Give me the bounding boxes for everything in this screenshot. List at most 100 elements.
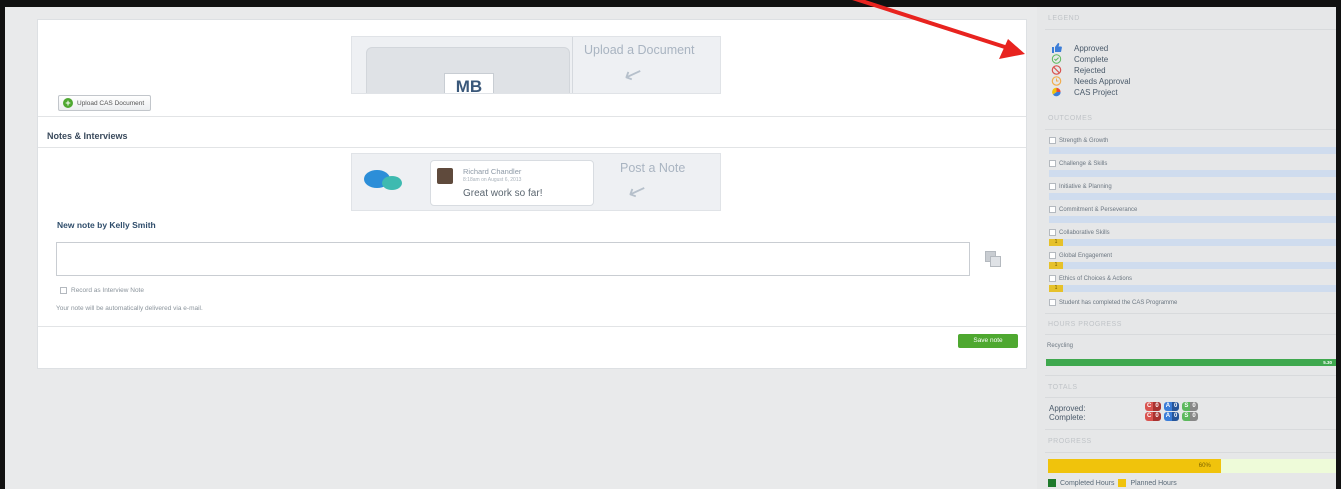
outcomes-title: OUTCOMES [1048, 115, 1093, 122]
divider [1045, 313, 1336, 314]
sidebar: LEGEND Approved Complete Rejected Needs … [1037, 7, 1336, 489]
legend-label: Complete [1074, 54, 1109, 64]
divider [38, 116, 1026, 117]
hours-value: 5.30 [1323, 360, 1332, 365]
progress-title: PROGRESS [1048, 438, 1092, 445]
cas-badge-creativity: C0 [1145, 412, 1161, 421]
outcome-count-badge: 1 [1049, 262, 1063, 269]
divider [572, 37, 573, 93]
note-date: 8:18am on August 6, 2013 [463, 177, 522, 183]
totals-title: TOTALS [1048, 384, 1078, 391]
checkbox[interactable] [1049, 160, 1056, 167]
no-entry-icon [1051, 65, 1062, 75]
completion-checkbox-row[interactable]: Student has completed the CAS Programme [1049, 299, 1177, 306]
plus-circle-icon: + [63, 98, 73, 108]
post-note-illustration: Richard Chandler 8:18am on August 6, 201… [351, 153, 721, 211]
upload-cas-document-button[interactable]: + Upload CAS Document [58, 95, 152, 111]
outcome-item[interactable]: Commitment & Perseverance [1049, 206, 1137, 213]
outcome-bar [1049, 216, 1336, 223]
divider [1045, 452, 1336, 453]
down-arrow-icon: ↙ [620, 58, 647, 89]
cas-badge-creativity: C0 [1145, 402, 1161, 411]
cas-badge-activity: A0 [1163, 412, 1180, 421]
checkbox[interactable] [1049, 229, 1056, 236]
outcome-item[interactable]: Initiative & Planning [1049, 183, 1112, 190]
legend-item-complete: Complete [1051, 54, 1108, 64]
outcome-item[interactable]: Ethics of Choices & Actions [1049, 275, 1132, 282]
email-notice: Your note will be automatically delivere… [56, 305, 203, 312]
totals-complete-label: Complete: [1049, 413, 1086, 422]
clock-icon [1051, 76, 1062, 86]
divider [38, 147, 1026, 148]
section-title-notes: Notes & Interviews [47, 131, 128, 141]
legend-label: Needs Approval [1074, 76, 1131, 86]
completed-hours-swatch [1048, 479, 1056, 487]
completed-hours-label: Completed Hours [1060, 479, 1115, 487]
record-interview-checkbox[interactable]: Record as Interview Note [60, 287, 144, 294]
planned-hours-label: Planned Hours [1130, 479, 1177, 487]
outcome-label: Collaborative Skills [1059, 229, 1110, 236]
record-interview-label: Record as Interview Note [71, 287, 144, 294]
checkbox[interactable] [1049, 206, 1056, 213]
outcome-label: Strength & Growth [1059, 137, 1109, 144]
outcome-bar [1049, 170, 1336, 177]
checkbox[interactable] [1049, 275, 1056, 282]
outcome-count-badge: 1 [1049, 285, 1063, 292]
progress-fill [1048, 459, 1221, 473]
outcome-label: Challenge & Skills [1059, 160, 1108, 167]
cas-badge-service: S0 [1182, 412, 1198, 421]
outcome-bar [1049, 239, 1336, 246]
outcome-count-badge: 1 [1049, 239, 1063, 246]
completion-label: Student has completed the CAS Programme [1059, 299, 1178, 306]
new-note-title: New note by Kelly Smith [57, 220, 156, 230]
totals-complete-badges: C0 A0 S0 [1145, 412, 1198, 421]
outcome-label: Ethics of Choices & Actions [1059, 275, 1133, 282]
cas-badge-service: S0 [1182, 402, 1198, 411]
legend-item-needs-approval: Needs Approval [1051, 76, 1130, 86]
divider [1045, 29, 1336, 30]
progress-bar: 60% [1048, 459, 1336, 473]
chat-bubble-icon [382, 176, 402, 190]
legend-item-approved: Approved [1051, 43, 1108, 53]
checkbox[interactable] [1049, 137, 1056, 144]
outcome-item[interactable]: Collaborative Skills [1049, 229, 1110, 236]
post-note-caption: Post a Note [620, 161, 686, 175]
divider [1045, 334, 1336, 335]
divider [1045, 429, 1336, 430]
note-message: Great work so far! [463, 188, 543, 199]
save-note-button[interactable]: Save note [958, 334, 1018, 348]
hours-progress-bar: 5.30 [1046, 359, 1336, 366]
legend-label: CAS Project [1074, 87, 1118, 97]
divider [1045, 375, 1336, 376]
checkbox[interactable] [1049, 299, 1056, 306]
outcome-item[interactable]: Strength & Growth [1049, 137, 1108, 144]
app-frame: MB Upload a Document ↙ + Upload CAS Docu… [0, 0, 1341, 489]
legend-label: Rejected [1074, 65, 1106, 75]
totals-approved-label: Approved: [1049, 404, 1086, 413]
outcome-item[interactable]: Global Engagement [1049, 252, 1112, 259]
managebac-logo: MB [444, 73, 494, 93]
legend-label: Approved [1074, 43, 1109, 53]
avatar [437, 168, 453, 184]
sample-note-card: Richard Chandler 8:18am on August 6, 201… [430, 160, 594, 206]
progress-percent: 60% [1198, 463, 1211, 469]
hours-progress-title: HOURS PROGRESS [1048, 321, 1122, 328]
totals-approved-badges: C0 A0 S0 [1145, 402, 1198, 411]
thumbs-up-icon [1051, 43, 1062, 53]
note-textarea[interactable] [56, 242, 970, 276]
main-panel: MB Upload a Document ↙ + Upload CAS Docu… [37, 19, 1027, 369]
outcome-bar [1049, 193, 1336, 200]
copy-icon[interactable] [985, 251, 1001, 267]
down-arrow-icon: ↙ [624, 175, 651, 206]
legend-title: LEGEND [1048, 15, 1080, 22]
cas-badge-activity: A0 [1163, 402, 1180, 411]
progress-legend: Completed Hours Planned Hours [1048, 479, 1177, 487]
checkbox[interactable] [1049, 183, 1056, 190]
upload-document-illustration[interactable]: MB Upload a Document ↙ [351, 36, 721, 94]
outcome-bar [1049, 147, 1336, 154]
outcome-bar [1049, 285, 1336, 292]
outcome-label: Global Engagement [1059, 252, 1113, 259]
checkbox[interactable] [1049, 252, 1056, 259]
checkbox[interactable] [60, 287, 67, 294]
outcome-item[interactable]: Challenge & Skills [1049, 160, 1107, 167]
